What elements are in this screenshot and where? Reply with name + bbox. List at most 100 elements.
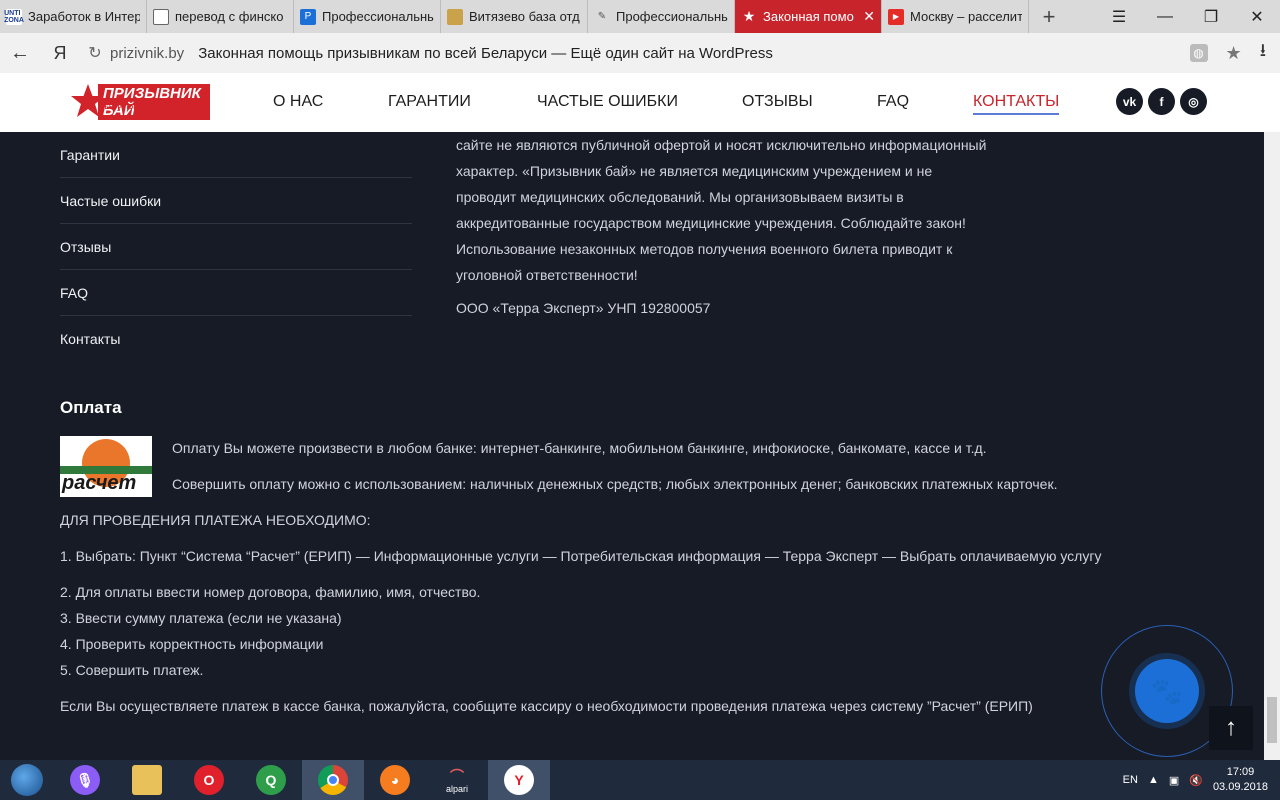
nav-guarantees[interactable]: ГАРАНТИИ [388, 93, 471, 111]
taskbar-app[interactable]: O [178, 760, 240, 800]
nav-about[interactable]: О НАС [273, 93, 323, 111]
pen-icon: ✎ [597, 11, 607, 22]
scrollbar-thumb[interactable] [1267, 697, 1277, 743]
cash-payment-note: Если Вы осуществляете платеж в кассе бан… [60, 698, 1033, 714]
browser-tab[interactable]: ▶ Москву – расселит [882, 0, 1029, 33]
alpari-label: alpari [445, 784, 468, 794]
folder-icon [132, 765, 162, 795]
vk-icon[interactable]: vk [1116, 88, 1143, 115]
restore-icon[interactable]: ❐ [1188, 0, 1234, 33]
bookmark-star-icon[interactable]: ★ [1226, 43, 1242, 64]
download-icon[interactable]: ⭳ [1260, 38, 1266, 68]
tab-label: Законная помо [763, 9, 854, 24]
page-scrollbar[interactable] [1264, 132, 1280, 760]
browser-tab[interactable]: перевод с финско [147, 0, 294, 33]
raschet-logo: расчет [60, 436, 152, 497]
payment-step: 1. Выбрать: Пункт “Система “Расчет” (ЕРИ… [60, 548, 1102, 564]
opera-icon: O [194, 765, 224, 795]
microphone-icon: 🎙 [70, 765, 100, 795]
url-page-title[interactable]: Законная помощь призывникам по всей Бела… [198, 45, 773, 62]
payment-step: 3. Ввести сумму платежа (если не указана… [60, 610, 342, 626]
yandex-icon[interactable]: Я [40, 43, 80, 64]
site-header: ПРИЗЫВНИК БАЙ ЦЕНТР ПОМОЩИ ПРИЗЫВНИКАМ О… [0, 73, 1280, 132]
disclaimer-text: сайте не являются публичной офертой и но… [456, 132, 1016, 288]
disclaimer-line: характер. «Призывник бай» не является ме… [456, 163, 933, 179]
logo-title: ПРИЗЫВНИК БАЙ [98, 84, 210, 120]
instagram-icon[interactable]: ◎ [1180, 88, 1207, 115]
scroll-to-top-button[interactable]: ↑ [1209, 706, 1253, 750]
payment-step: 5. Совершить платеж. [60, 662, 204, 678]
footer-content: Гарантии Частые ошибки Отзывы FAQ Контак… [0, 132, 1280, 760]
footer-menu-item[interactable]: Гарантии [60, 132, 412, 178]
blue-square-icon: P [300, 8, 316, 25]
close-window-icon[interactable]: ✕ [1234, 0, 1280, 33]
taskbar-app[interactable]: ◕ [364, 760, 426, 800]
q-app-icon: Q [256, 765, 286, 795]
network-icon[interactable]: ▣ [1169, 774, 1179, 787]
clock-time: 17:09 [1226, 766, 1255, 778]
footer-menu-item[interactable]: Отзывы [60, 224, 412, 270]
nav-common-mistakes[interactable]: ЧАСТЫЕ ОШИБКИ [537, 93, 678, 111]
payment-step: 2. Для оплаты ввести номер договора, фам… [60, 584, 481, 600]
volume-icon[interactable]: 🔇 [1189, 774, 1203, 787]
payment-requirements-heading: ДЛЯ ПРОВЕДЕНИЯ ПЛАТЕЖА НЕОБХОДИМО: [60, 512, 371, 528]
tab-label: Профессиональны [616, 9, 728, 24]
taskbar-app[interactable] [116, 760, 178, 800]
payment-info-line: Совершить оплату можно с использованием:… [172, 476, 1058, 492]
browser-tab-active[interactable]: ★ Законная помо ✕ [735, 0, 882, 33]
system-tray: EN ▲ ▣ 🔇 17:09 03.09.2018 [1123, 765, 1280, 795]
url-domain[interactable]: prizivnik.by [110, 45, 184, 62]
yandex-browser-icon: Y [504, 765, 534, 795]
browser-tab[interactable]: P Профессиональны [294, 0, 441, 33]
hamburger-menu-icon[interactable]: ☰ [1096, 0, 1142, 33]
tray-arrow-icon[interactable]: ▲ [1148, 774, 1159, 786]
tab-label: Профессиональны [322, 9, 434, 24]
nav-contacts[interactable]: КОНТАКТЫ [973, 93, 1060, 115]
tab-label: Витязево база отд [469, 9, 580, 24]
browser-tab[interactable]: ✎ Профессиональны [588, 0, 735, 33]
nav-reviews[interactable]: ОТЗЫВЫ [742, 93, 813, 111]
browser-tab-strip: UNTI ZONA Заработок в Интер перевод с фин… [0, 0, 1280, 33]
youtube-icon: ▶ [888, 8, 904, 25]
nav-faq[interactable]: FAQ [877, 93, 909, 111]
browser-tab[interactable]: Витязево база отд [441, 0, 588, 33]
taskbar-app[interactable]: Q [240, 760, 302, 800]
clock-date: 03.09.2018 [1212, 781, 1268, 793]
paw-icon[interactable]: 🐾 [1135, 659, 1199, 723]
facebook-icon[interactable]: f [1148, 88, 1175, 115]
taskbar-app[interactable] [302, 760, 364, 800]
payment-title: Оплата [60, 398, 122, 417]
raschet-logo-word: расчет [62, 472, 137, 494]
browser-tab[interactable]: UNTI ZONA Заработок в Интер [0, 0, 147, 33]
tab-label: Москву – расселит [910, 9, 1022, 24]
start-button[interactable] [0, 760, 54, 800]
back-arrow-icon[interactable]: ← [0, 42, 40, 65]
site-logo[interactable]: ПРИЗЫВНИК БАЙ ЦЕНТР ПОМОЩИ ПРИЗЫВНИКАМ [70, 81, 210, 125]
taskbar-app[interactable]: 🎙 [54, 760, 116, 800]
globe-icon[interactable]: ◍ [1189, 44, 1208, 62]
logo-subtitle: ЦЕНТР ПОМОЩИ ПРИЗЫВНИКАМ [100, 105, 209, 111]
tab-label: перевод с финско [175, 9, 284, 24]
minimize-icon[interactable]: — [1142, 0, 1188, 33]
language-indicator[interactable]: EN [1123, 774, 1138, 786]
star-icon: ★ [742, 8, 756, 24]
window-controls: ☰ — ❐ ✕ [1096, 0, 1280, 33]
taskbar-app[interactable]: Y [488, 760, 550, 800]
taskbar-app[interactable]: ⌒ alpari [426, 760, 488, 800]
footer-menu-item[interactable]: Частые ошибки [60, 178, 412, 224]
tab-label: Заработок в Интер [28, 9, 140, 24]
windows-logo-icon [11, 764, 43, 796]
footer-menu-item[interactable]: FAQ [60, 270, 412, 316]
disclaimer-line: проводит медицинских обследований. Мы ор… [456, 189, 904, 205]
photo-icon [447, 8, 463, 25]
new-tab-button[interactable]: + [1029, 0, 1069, 33]
close-icon[interactable]: ✕ [863, 8, 875, 25]
company-info: ООО «Терра Эксперт» УНП 192800057 [456, 300, 711, 316]
reload-icon[interactable]: ↻ [80, 43, 110, 63]
payment-info-line: Оплату Вы можете произвести в любом банк… [172, 440, 987, 456]
payment-step: 4. Проверить корректность информации [60, 636, 324, 652]
system-clock[interactable]: 17:09 03.09.2018 [1213, 765, 1268, 795]
footer-menu-item[interactable]: Контакты [60, 316, 412, 362]
windows-taskbar: 🎙 O Q ◕ ⌒ alpari Y EN ▲ ▣ 🔇 17:09 03.09.2… [0, 760, 1280, 800]
footer-menu: Гарантии Частые ошибки Отзывы FAQ Контак… [60, 132, 412, 362]
